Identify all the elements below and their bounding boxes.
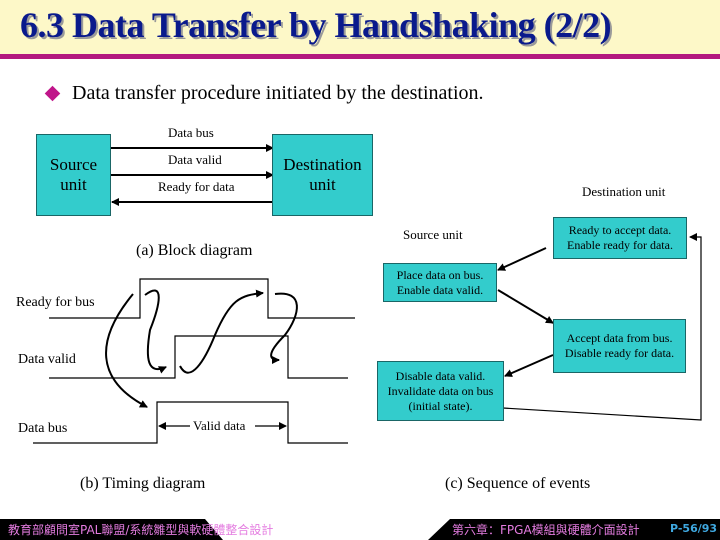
step-4-line-3: (initial state).	[408, 398, 473, 413]
step-disable-data-valid: Disable data valid. Invalidate data on b…	[377, 361, 504, 421]
step-ready-to-accept: Ready to accept data. Enable ready for d…	[553, 217, 687, 259]
source-unit-header: Source unit	[403, 227, 463, 242]
step-2-line-2: Enable data valid.	[396, 282, 484, 297]
destination-unit-label: Destination unit	[283, 155, 362, 194]
step-3-line-1: Accept data from bus.	[566, 331, 673, 345]
data-valid-waveform	[49, 335, 348, 379]
timing-diagram-caption: (b) Timing diagram	[80, 475, 206, 492]
data-bus-signal-label: Data bus	[18, 421, 68, 436]
destination-unit-box: Destination unit	[272, 134, 373, 216]
step-4-line-1: Disable data valid.	[395, 368, 486, 383]
step-3-line-2: Disable ready for data.	[564, 346, 675, 360]
footer-chapter-title: 第六章：FPGA模組與硬體介面設計	[452, 523, 640, 537]
block-diagram-caption: (a) Block diagram	[136, 242, 253, 259]
step-1-line-1: Ready to accept data.	[568, 223, 672, 237]
data-valid-signal-label: Data valid	[18, 352, 76, 367]
seq-arrow-3	[504, 354, 554, 377]
step-1-line-2: Enable ready for data.	[567, 238, 673, 252]
ready-for-bus-signal-label: Ready for bus	[16, 295, 95, 310]
step-2-line-1: Place data on bus.	[396, 267, 484, 282]
causality-arrow-2	[144, 289, 167, 374]
causality-arrow-4	[270, 292, 298, 364]
source-unit-label: Source unit	[49, 155, 98, 194]
step-4-line-2: Invalidate data on bus	[387, 383, 494, 398]
seq-arrow-2	[497, 289, 554, 324]
data-bus-label: Data bus	[168, 125, 214, 140]
destination-unit-header: Destination unit	[582, 184, 666, 199]
sequence-caption: (c) Sequence of events	[445, 475, 591, 492]
valid-data-label: Valid data	[193, 418, 246, 433]
diagram-lines	[33, 144, 702, 444]
step-accept-data: Accept data from bus. Disable ready for …	[553, 319, 686, 373]
data-valid-label: Data valid	[168, 152, 222, 167]
seq-arrow-1	[497, 247, 547, 271]
step-place-data: Place data on bus. Enable data valid.	[383, 263, 497, 302]
ready-for-bus-waveform	[49, 278, 355, 319]
causality-arrow-1	[105, 293, 148, 408]
source-unit-box: Source unit	[36, 134, 111, 216]
causality-arrow-3	[179, 289, 264, 374]
page-number: P-56/93	[670, 522, 718, 535]
data-bus-waveform	[33, 401, 348, 444]
footer-course-title: 教育部顧問室PAL聯盟/系統雛型與軟硬體整合設計	[8, 523, 274, 537]
ready-for-data-label: Ready for data	[158, 179, 235, 194]
